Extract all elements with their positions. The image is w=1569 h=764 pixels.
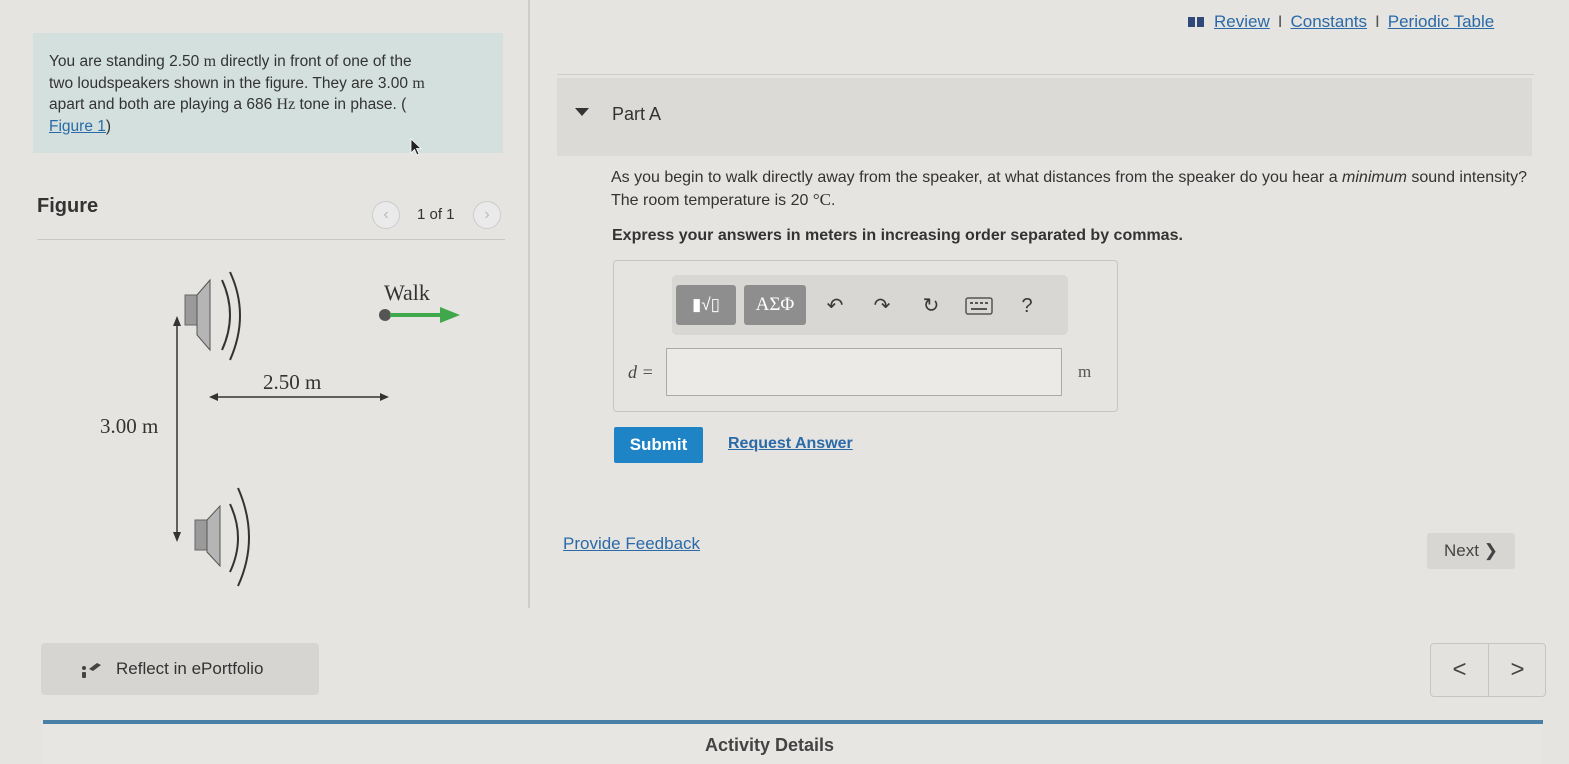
reset-icon[interactable]: ↻ <box>918 293 944 319</box>
reflect-label: Reflect in ePortfolio <box>116 659 264 678</box>
vertical-distance-label: 3.00 m <box>100 414 158 438</box>
submit-button[interactable]: Submit <box>614 427 703 463</box>
figure-pager-text: 1 of 1 <box>417 206 455 223</box>
intro-text: You are standing 2.50 <box>49 53 204 70</box>
help-button[interactable]: ? <box>1014 293 1040 319</box>
eportfolio-icon <box>82 663 101 678</box>
observer-dot <box>379 309 391 321</box>
answer-input[interactable] <box>666 348 1062 396</box>
reflect-eportfolio-button[interactable]: Reflect in ePortfolio <box>41 643 319 695</box>
unit: m <box>412 74 425 92</box>
temperature-unit: °C <box>812 190 832 209</box>
math-toolbar: ▮√▯ ΑΣΦ ↶ ↷ ↻ ? <box>672 275 1068 335</box>
part-a-header[interactable]: Part A <box>557 78 1532 156</box>
question-emphasis: minimum <box>1342 169 1407 186</box>
request-answer-link[interactable]: Request Answer <box>728 435 853 453</box>
question-text-part: . <box>831 192 836 209</box>
intro-text: two loudspeakers shown in the figure. Th… <box>49 74 413 92</box>
horizontal-distance-label: 2.50 m <box>263 370 321 394</box>
figure-header: Figure ‹ 1 of 1 › <box>37 195 505 240</box>
speaker-diagram: 3.00 m 2.50 m Walk <box>100 271 460 587</box>
figure-title: Figure <box>37 195 99 217</box>
intro-text: tone in phase. ( <box>295 96 407 113</box>
provide-feedback-link[interactable]: Provide Feedback <box>563 534 700 554</box>
chevron-left-icon: ‹ <box>383 206 389 223</box>
caret-down-icon[interactable] <box>575 108 589 116</box>
page-navigation: < > <box>1430 643 1546 697</box>
unit: m <box>203 53 217 70</box>
periodic-table-link[interactable]: Periodic Table <box>1388 12 1494 32</box>
review-link[interactable]: Review <box>1214 12 1270 32</box>
top-speaker-icon <box>184 271 241 361</box>
redo-icon[interactable]: ↷ <box>869 293 895 319</box>
activity-details-heading[interactable]: Activity Details <box>705 735 834 756</box>
question-text-part: As you begin to walk directly away from … <box>611 169 1343 186</box>
question-text: As you begin to walk directly away from … <box>611 167 1531 212</box>
panel-divider <box>528 0 530 608</box>
templates-button[interactable]: ▮√▯ <box>676 285 736 325</box>
symbols-button[interactable]: ΑΣΦ <box>744 285 806 325</box>
keyboard-icon[interactable] <box>964 293 994 319</box>
constants-link[interactable]: Constants <box>1290 12 1367 32</box>
variable-label: d = <box>628 362 654 382</box>
answer-instruction: Express your answers in meters in increa… <box>612 227 1183 244</box>
next-button[interactable]: Next ❯ <box>1427 533 1515 569</box>
previous-page-button[interactable]: < <box>1431 644 1488 696</box>
undo-icon[interactable]: ↶ <box>822 293 848 319</box>
top-links: Review I Constants I Periodic Table <box>1188 12 1494 32</box>
link-separator: I <box>1277 12 1283 31</box>
chevron-right-icon: › <box>484 206 490 223</box>
bottom-speaker-icon <box>194 487 250 587</box>
mouse-cursor-icon <box>410 138 422 156</box>
intro-text: apart and both are playing a 686 <box>49 96 277 113</box>
next-page-button[interactable]: > <box>1489 644 1546 696</box>
unit: Hz <box>276 96 296 113</box>
top-rule <box>557 74 1534 75</box>
review-icon <box>1188 17 1206 27</box>
answer-box: ▮√▯ ΑΣΦ ↶ ↷ ↻ ? d = m <box>613 260 1118 412</box>
answer-unit: m <box>1078 362 1092 381</box>
link-separator: I <box>1375 12 1380 31</box>
walk-arrow-head <box>440 307 460 323</box>
intro-text: directly in front of one of the <box>216 53 412 70</box>
walk-label: Walk <box>384 280 430 305</box>
figure-prev-button[interactable]: ‹ <box>372 201 400 229</box>
figure-next-button[interactable]: › <box>473 201 501 229</box>
intro-text: ) <box>105 117 112 135</box>
problem-intro: You are standing 2.50 m directly in fron… <box>33 33 503 153</box>
figure-link[interactable]: Figure 1 <box>49 118 106 135</box>
part-a-title: Part A <box>612 104 662 124</box>
